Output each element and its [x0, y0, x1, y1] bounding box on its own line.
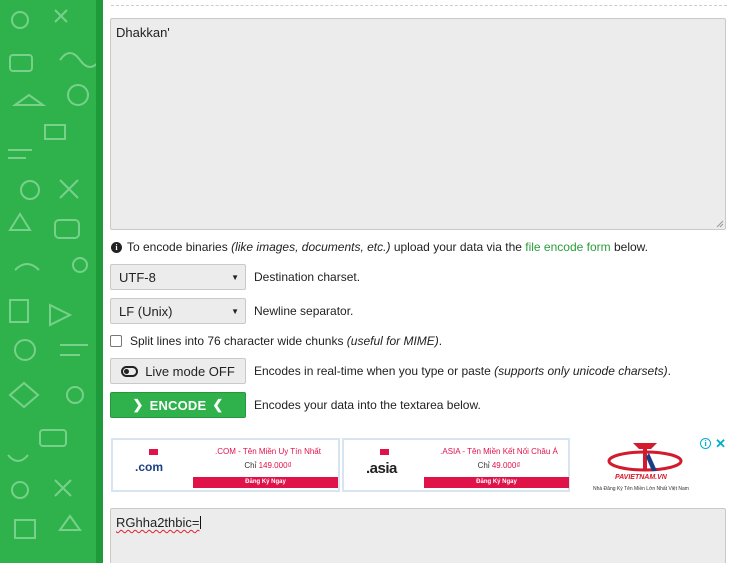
toggle-icon — [121, 365, 139, 377]
input-text: Dhakkan' — [116, 25, 170, 40]
newline-select[interactable]: LF (Unix) ▼ — [110, 298, 246, 324]
live-mode-button[interactable]: Live mode OFF — [110, 358, 246, 384]
pavietnam-logo[interactable]: PAVIETNAM.VN Nhà Đăng Ký Tên Miền Lớn Nh… — [590, 441, 710, 492]
newline-label: Newline separator. — [254, 304, 354, 318]
advertisement[interactable]: .com .COM - Tên Miền Uy Tín Nhất Chỉ 149… — [110, 437, 726, 493]
ad-tld: .asia — [366, 460, 397, 477]
input-textarea[interactable]: Dhakkan' — [110, 18, 726, 230]
output-text: RGhha2thbic= — [116, 515, 200, 530]
flag-icon — [380, 449, 389, 455]
ad-card-asia[interactable]: .asia .ASIA - Tên Miền Kết Nối Châu Á Ch… — [342, 438, 570, 492]
newline-value: LF (Unix) — [119, 303, 173, 319]
charset-row: UTF-8 ▼ Destination charset. — [110, 264, 360, 290]
info-line: i To encode binaries (like images, docum… — [111, 240, 648, 254]
info-text-suffix: below. — [610, 240, 648, 254]
info-text-middle: upload your data via the — [390, 240, 526, 254]
newline-row: LF (Unix) ▼ Newline separator. — [110, 298, 353, 324]
live-mode-label: Live mode OFF — [145, 363, 235, 379]
charset-label: Destination charset. — [254, 270, 361, 284]
ad-brand: PAVIETNAM.VN — [615, 474, 667, 481]
info-text: To encode binaries — [127, 240, 232, 254]
encode-description: Encodes your data into the textarea belo… — [254, 398, 481, 412]
ad-cta-button[interactable]: Đăng Ký Ngay — [424, 477, 569, 488]
ad-card-com[interactable]: .com .COM - Tên Miền Uy Tín Nhất Chỉ 149… — [111, 438, 340, 492]
ad-tld: .com — [135, 460, 164, 474]
ad-controls: i ✕ — [700, 437, 726, 450]
output-textarea[interactable]: RGhha2thbic= — [110, 508, 726, 563]
encode-label: ENCODE — [149, 397, 207, 413]
main-panel: Dhakkan' i To encode binaries (like imag… — [103, 0, 737, 563]
live-mode-row: Live mode OFF Encodes in real-time when … — [110, 358, 671, 384]
file-encode-link[interactable]: file encode form — [525, 240, 610, 254]
ad-close-icon[interactable]: ✕ — [715, 437, 726, 450]
ad-cta-button[interactable]: Đăng Ký Ngay — [193, 477, 338, 488]
live-mode-description: Encodes in real-time when you type or pa… — [254, 364, 671, 378]
info-italic: (like images, documents, etc.) — [231, 240, 391, 254]
content-border — [96, 0, 103, 563]
encode-button[interactable]: ❯ ENCODE ❮ — [110, 392, 246, 418]
encode-row: ❯ ENCODE ❮ Encodes your data into the te… — [110, 392, 481, 418]
info-icon: i — [111, 241, 122, 253]
split-label: Split lines into 76 character wide chunk… — [130, 334, 443, 348]
flag-icon — [149, 449, 158, 455]
background-pattern — [0, 0, 103, 563]
ad-headline: .ASIA - Tên Miền Kết Nối Châu Á — [440, 447, 558, 456]
chevron-right-icon: ❯ — [132, 397, 144, 412]
ad-price: Chỉ 149.000₫ — [244, 461, 292, 470]
ad-price: Chỉ 49.000₫ — [477, 461, 521, 470]
charset-value: UTF-8 — [119, 269, 156, 285]
logo-icon — [607, 443, 683, 472]
resize-grip-icon[interactable] — [716, 220, 724, 228]
split-row: Split lines into 76 character wide chunk… — [110, 334, 442, 348]
text-caret — [200, 516, 202, 529]
charset-select[interactable]: UTF-8 ▼ — [110, 264, 246, 290]
divider — [111, 5, 727, 6]
ad-info-icon[interactable]: i — [700, 438, 712, 449]
chevron-left-icon: ❮ — [212, 397, 224, 412]
split-lines-checkbox[interactable] — [110, 335, 122, 347]
dropdown-arrow-icon: ▼ — [231, 307, 239, 316]
ad-headline: .COM - Tên Miền Uy Tín Nhất — [215, 447, 321, 456]
dropdown-arrow-icon: ▼ — [231, 273, 239, 282]
ad-tagline: Nhà Đăng Ký Tên Miền Lớn Nhất Việt Nam — [593, 486, 689, 492]
doodle-pattern-icon — [7, 9, 101, 539]
